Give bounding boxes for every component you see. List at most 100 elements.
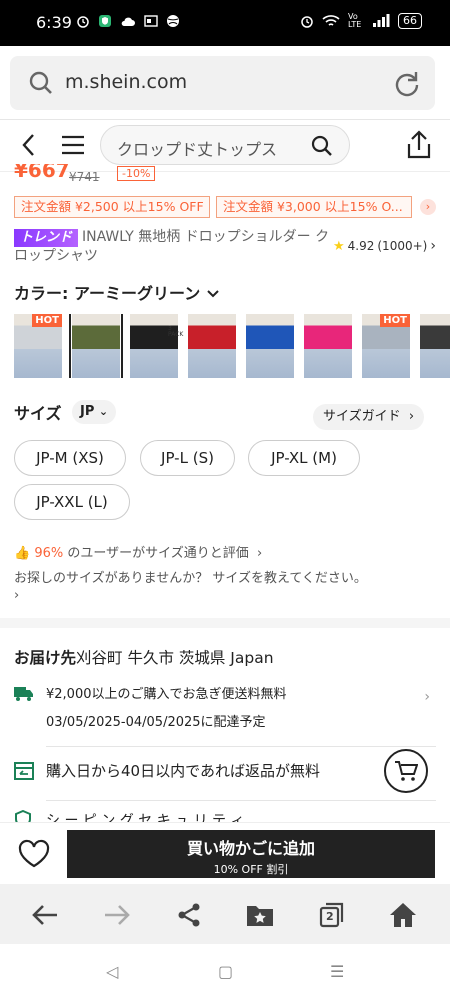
browser-tabs-button[interactable]: 2 bbox=[317, 900, 347, 930]
bookmark-folder-icon bbox=[247, 906, 273, 926]
rating-count: (1000+) bbox=[377, 239, 428, 253]
shield-icon bbox=[99, 15, 111, 27]
heart-icon[interactable] bbox=[18, 839, 50, 869]
color-swatch[interactable] bbox=[246, 314, 294, 378]
section-divider bbox=[0, 618, 450, 628]
size-option[interactable]: JP-M (XS) bbox=[14, 440, 126, 476]
browser-share-button[interactable] bbox=[174, 900, 204, 930]
star-icon: ★ bbox=[333, 238, 345, 254]
divider-line bbox=[46, 746, 436, 747]
reload-icon[interactable] bbox=[393, 69, 421, 97]
browser-toolbar: 2 bbox=[0, 884, 450, 944]
chevron-down-icon bbox=[207, 290, 219, 298]
color-selector-title[interactable]: カラー: アーミーグリーン bbox=[14, 280, 220, 304]
add-to-cart-button[interactable]: 買い物かごに追加 10% OFF 割引 bbox=[67, 830, 435, 878]
delivery-label: お届け先 bbox=[14, 649, 77, 667]
browser-bookmarks-button[interactable] bbox=[245, 900, 275, 930]
search-icon[interactable] bbox=[311, 135, 333, 157]
status-notification-icons bbox=[76, 14, 180, 28]
wifi-icon bbox=[322, 15, 340, 26]
color-swatch[interactable] bbox=[188, 314, 236, 378]
browser-back-button[interactable] bbox=[30, 900, 60, 930]
security-text: シ ー ピ ン グ セ キ ュ リ テ ィ bbox=[46, 813, 245, 822]
sale-price: ¥667 bbox=[14, 164, 70, 182]
alarm-icon bbox=[77, 16, 89, 28]
shipping-line-2: 03/05/2025-04/05/2025に配達予定 bbox=[46, 715, 266, 730]
color-swatch[interactable]: HOT bbox=[362, 314, 410, 378]
pack-label: 3 PACK bbox=[168, 325, 184, 338]
nav-home-icon[interactable]: ▢ bbox=[218, 962, 233, 981]
fit-text: のユーザーがサイズ通りと評価 bbox=[67, 546, 249, 561]
size-option[interactable]: JP-L (S) bbox=[140, 440, 235, 476]
find-size-link[interactable]: お探しのサイズがありませんか？ サイズを教えてください。 › bbox=[14, 570, 434, 604]
menu-icon[interactable] bbox=[60, 132, 86, 158]
signal-icon bbox=[373, 14, 390, 27]
nav-back-icon[interactable]: ◁ bbox=[106, 962, 118, 981]
status-time: 6:39 bbox=[36, 13, 72, 32]
hot-badge: HOT bbox=[32, 314, 62, 327]
size-guide-button[interactable]: サイズガイド › bbox=[313, 404, 425, 430]
chevron-right-icon: › bbox=[14, 588, 20, 603]
return-icon bbox=[14, 762, 34, 780]
cloud-icon bbox=[121, 17, 135, 26]
cart-button[interactable] bbox=[384, 749, 428, 793]
size-title: サイズ bbox=[14, 404, 62, 423]
browser-address-area: m.shein.com bbox=[0, 46, 450, 120]
home-icon bbox=[390, 903, 416, 927]
browser-forward-button[interactable] bbox=[102, 900, 132, 930]
trend-badge: トレンド bbox=[14, 229, 79, 247]
truck-icon bbox=[14, 687, 33, 701]
chevron-right-icon: › bbox=[430, 238, 436, 254]
cart-icon bbox=[395, 761, 418, 781]
color-swatch[interactable] bbox=[304, 314, 352, 378]
nav-recents-icon[interactable]: ☰ bbox=[330, 962, 344, 981]
security-info-row[interactable]: シ ー ピ ン グ セ キ ュ リ テ ィ bbox=[14, 808, 434, 822]
coupon-1[interactable]: 注文金額 ¥2,500 以上15% OFF bbox=[14, 196, 210, 218]
share-icon[interactable] bbox=[406, 130, 432, 160]
shipping-line-1: ¥2,000以上のご購入でお急ぎ便送料無料 bbox=[46, 687, 287, 702]
browser-home-button[interactable] bbox=[388, 900, 418, 930]
ball-icon bbox=[167, 15, 179, 27]
size-option[interactable]: JP-XXL (L) bbox=[14, 484, 130, 520]
search-placeholder: クロップド丈トップス bbox=[117, 140, 278, 159]
chevron-right-icon: › bbox=[252, 546, 263, 561]
purchase-action-bar: 買い物かごに追加 10% OFF 割引 bbox=[0, 822, 450, 884]
back-arrow-icon[interactable] bbox=[18, 132, 42, 158]
size-region-selector[interactable]: JP ⌄ bbox=[72, 400, 117, 424]
color-swatch[interactable] bbox=[69, 314, 123, 378]
chevron-right-icon: › bbox=[404, 409, 415, 424]
coupon-list[interactable]: 注文金額 ¥2,500 以上15% OFF 注文金額 ¥3,000 以上15% … bbox=[14, 196, 412, 218]
size-fit-summary[interactable]: 👍 96% のユーザーがサイズ通りと評価 › bbox=[14, 542, 262, 561]
network-type: Vo LTE bbox=[348, 12, 362, 29]
size-option[interactable]: JP-XL (M) bbox=[248, 440, 360, 476]
product-search-bar[interactable]: クロップド丈トップス bbox=[100, 125, 350, 165]
coupon-2[interactable]: 注文金額 ¥3,000 以上15% O... bbox=[216, 196, 412, 218]
chevron-right-icon[interactable]: › bbox=[420, 199, 436, 215]
add-to-cart-label: 買い物かごに追加 bbox=[186, 839, 315, 858]
original-price: ¥741 bbox=[69, 170, 100, 184]
rating-value: 4.92 bbox=[347, 239, 375, 253]
find-size-text: お探しのサイズがありませんか？ サイズを教えてください。 bbox=[14, 571, 367, 586]
size-guide-label: サイズガイド bbox=[323, 409, 401, 424]
search-icon bbox=[29, 71, 52, 94]
system-navigation-bar: ◁ ▢ ☰ bbox=[0, 944, 450, 999]
divider-line bbox=[46, 800, 436, 801]
color-swatch[interactable] bbox=[420, 314, 450, 378]
window-icon bbox=[144, 15, 158, 27]
battery-indicator: 66 bbox=[398, 13, 422, 29]
share-nodes-icon bbox=[178, 903, 200, 927]
color-swatch[interactable]: HOT bbox=[14, 314, 62, 378]
add-to-cart-discount: 10% OFF 割引 bbox=[213, 863, 289, 876]
product-rating[interactable]: ★ 4.92 (1000+) › bbox=[333, 238, 436, 254]
color-swatch[interactable]: 3 PACK bbox=[130, 314, 184, 378]
arrow-left-icon bbox=[32, 905, 57, 925]
price-row: ¥667 ¥741 -10% bbox=[14, 164, 444, 186]
chevron-right-icon: › bbox=[424, 689, 430, 705]
arrow-right-icon bbox=[105, 905, 130, 925]
color-swatch-list: HOT 3 PACK HOT bbox=[14, 314, 450, 378]
status-bar: 6:39 Vo LTE 66 bbox=[0, 0, 450, 46]
thumbs-up-icon: 👍 bbox=[14, 546, 31, 561]
alarm-icon bbox=[301, 16, 313, 28]
delivery-address[interactable]: お届け先刈谷町 牛久市 茨城県 Japan bbox=[14, 646, 274, 668]
address-bar[interactable]: m.shein.com bbox=[10, 56, 435, 110]
